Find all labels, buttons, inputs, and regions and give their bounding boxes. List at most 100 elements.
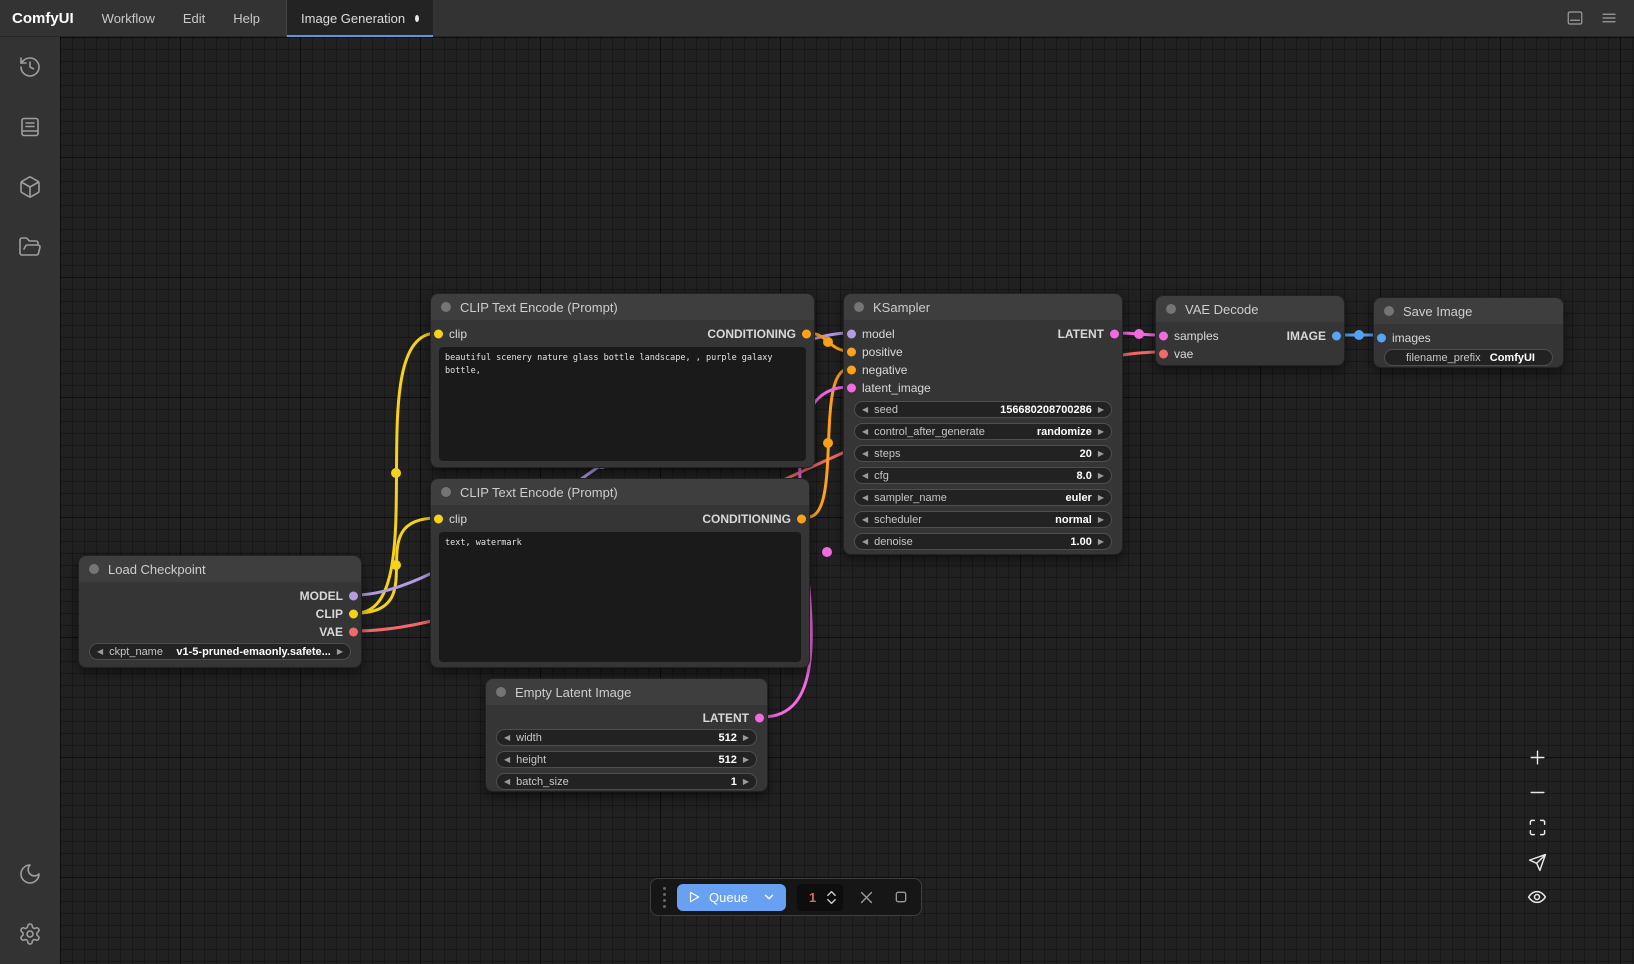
menu-workflow[interactable]: Workflow [88,0,169,37]
node-load-checkpoint[interactable]: Load Checkpoint MODEL CLIP VAE ◀ ckpt_na… [78,555,362,668]
menu-help[interactable]: Help [219,0,274,37]
widget-cfg[interactable]: ◀ cfg 8.0 ▶ [854,467,1112,484]
chevron-down-icon[interactable] [762,890,776,904]
input-slot-clip[interactable] [434,330,443,339]
decrement-arrow-icon[interactable]: ◀ [862,472,868,480]
node-ksampler[interactable]: KSampler model LATENT positive negative … [843,293,1123,555]
decrement-arrow-icon[interactable]: ◀ [862,538,868,546]
decrement-arrow-icon[interactable]: ◀ [862,516,868,524]
widget-ckpt-name[interactable]: ◀ ckpt_name v1-5-pruned-emaonly.safete..… [89,643,351,660]
increment-arrow-icon[interactable]: ▶ [1098,406,1104,414]
widget-denoise[interactable]: ◀ denoise 1.00 ▶ [854,533,1112,550]
sidebar-item-theme-toggle[interactable] [0,844,60,904]
node-empty-latent-image[interactable]: Empty Latent Image LATENT ◀ width 512 ▶ … [485,678,768,792]
decrement-arrow-icon[interactable]: ◀ [504,756,510,764]
widget-batch-size[interactable]: ◀ batch_size 1 ▶ [496,773,757,790]
comfyui-logo[interactable]: ComfyUI [0,10,88,27]
collapse-dot[interactable] [854,302,864,312]
decrement-arrow-icon[interactable]: ◀ [504,734,510,742]
node-clip-text-encode-negative[interactable]: CLIP Text Encode (Prompt) clip CONDITION… [430,478,810,668]
increment-arrow-icon[interactable]: ▶ [337,648,343,656]
output-slot-image[interactable] [1332,332,1341,341]
increment-arrow-icon[interactable]: ▶ [1098,450,1104,458]
sidebar-item-workflows[interactable] [0,217,60,277]
collapse-dot[interactable] [1166,304,1176,314]
widget-control-after-generate[interactable]: ◀ control_after_generate randomize ▶ [854,423,1112,440]
decrement-arrow-icon[interactable]: ◀ [862,428,868,436]
increment-arrow-icon[interactable]: ▶ [743,734,749,742]
widget-height[interactable]: ◀ height 512 ▶ [496,751,757,768]
output-slot-clip[interactable] [349,610,358,619]
node-header[interactable]: Load Checkpoint [79,556,361,582]
input-slot-clip[interactable] [434,515,443,524]
input-slot-model[interactable] [847,330,856,339]
node-header[interactable]: CLIP Text Encode (Prompt) [431,294,814,320]
collapse-dot[interactable] [89,564,99,574]
menu-edit[interactable]: Edit [169,0,219,37]
sidebar-item-history[interactable] [0,37,60,97]
increment-arrow-icon[interactable]: ▶ [1098,472,1104,480]
toolbar-drag-handle[interactable] [663,887,666,908]
clear-queue-button[interactable] [858,887,875,907]
increment-arrow-icon[interactable]: ▶ [1098,538,1104,546]
widget-scheduler[interactable]: ◀ scheduler normal ▶ [854,511,1112,528]
sidebar-item-settings[interactable] [0,904,60,964]
sidebar-item-queue[interactable] [0,97,60,157]
increment-arrow-icon[interactable]: ▶ [743,756,749,764]
queue-button[interactable]: Queue [677,884,786,911]
node-header[interactable]: KSampler [844,294,1122,320]
increment-arrow-icon[interactable]: ▶ [1098,428,1104,436]
stepper-up-icon[interactable] [826,890,837,897]
node-header[interactable]: CLIP Text Encode (Prompt) [431,479,809,505]
stepper-down-icon[interactable] [826,898,837,905]
input-slot-images[interactable] [1377,334,1386,343]
node-header[interactable]: Empty Latent Image [486,679,767,705]
collapse-dot[interactable] [441,487,451,497]
batch-count-value[interactable]: 1 [809,890,826,905]
increment-arrow-icon[interactable]: ▶ [743,778,749,786]
input-slot-latent-image[interactable] [847,384,856,393]
widget-steps[interactable]: ◀ steps 20 ▶ [854,445,1112,462]
widget-seed[interactable]: ◀ seed 156680208700286 ▶ [854,401,1112,418]
collapse-dot[interactable] [496,687,506,697]
node-header[interactable]: VAE Decode [1156,296,1344,322]
select-mode-button[interactable] [1526,851,1548,873]
prompt-textarea[interactable]: beautiful scenery nature glass bottle la… [439,347,806,461]
output-slot-latent[interactable] [755,714,764,723]
input-slot-vae[interactable] [1159,350,1168,359]
batch-count-stepper[interactable]: 1 [797,884,843,911]
stop-button[interactable] [892,887,909,907]
bottom-panel-toggle-icon[interactable] [1566,9,1584,27]
input-slot-positive[interactable] [847,348,856,357]
input-slot-samples[interactable] [1159,332,1168,341]
output-slot-conditioning[interactable] [797,515,806,524]
increment-arrow-icon[interactable]: ▶ [1098,516,1104,524]
decrement-arrow-icon[interactable]: ◀ [97,648,103,656]
sidebar-item-model-library[interactable] [0,157,60,217]
decrement-arrow-icon[interactable]: ◀ [504,778,510,786]
decrement-arrow-icon[interactable]: ◀ [862,494,868,502]
decrement-arrow-icon[interactable]: ◀ [862,450,868,458]
node-header[interactable]: Save Image [1374,298,1563,324]
output-slot-conditioning[interactable] [802,330,811,339]
tab-image-generation[interactable]: Image Generation [287,0,433,37]
node-vae-decode[interactable]: VAE Decode samples IMAGE vae [1155,295,1345,366]
node-save-image[interactable]: Save Image images filename_prefix ComfyU… [1373,297,1564,368]
node-clip-text-encode-positive[interactable]: CLIP Text Encode (Prompt) clip CONDITION… [430,293,815,468]
widget-width[interactable]: ◀ width 512 ▶ [496,729,757,746]
zoom-in-button[interactable] [1526,746,1548,768]
hamburger-menu-icon[interactable] [1600,9,1618,27]
input-slot-negative[interactable] [847,366,856,375]
zoom-out-button[interactable] [1526,781,1548,803]
collapse-dot[interactable] [1384,306,1394,316]
output-slot-latent[interactable] [1110,330,1119,339]
output-slot-vae[interactable] [349,628,358,637]
decrement-arrow-icon[interactable]: ◀ [862,406,868,414]
increment-arrow-icon[interactable]: ▶ [1098,494,1104,502]
widget-sampler-name[interactable]: ◀ sampler_name euler ▶ [854,489,1112,506]
prompt-textarea[interactable]: text, watermark [439,532,801,662]
widget-filename-prefix[interactable]: filename_prefix ComfyUI [1384,349,1553,366]
fit-view-button[interactable] [1526,816,1548,838]
output-slot-model[interactable] [349,592,358,601]
collapse-dot[interactable] [441,302,451,312]
